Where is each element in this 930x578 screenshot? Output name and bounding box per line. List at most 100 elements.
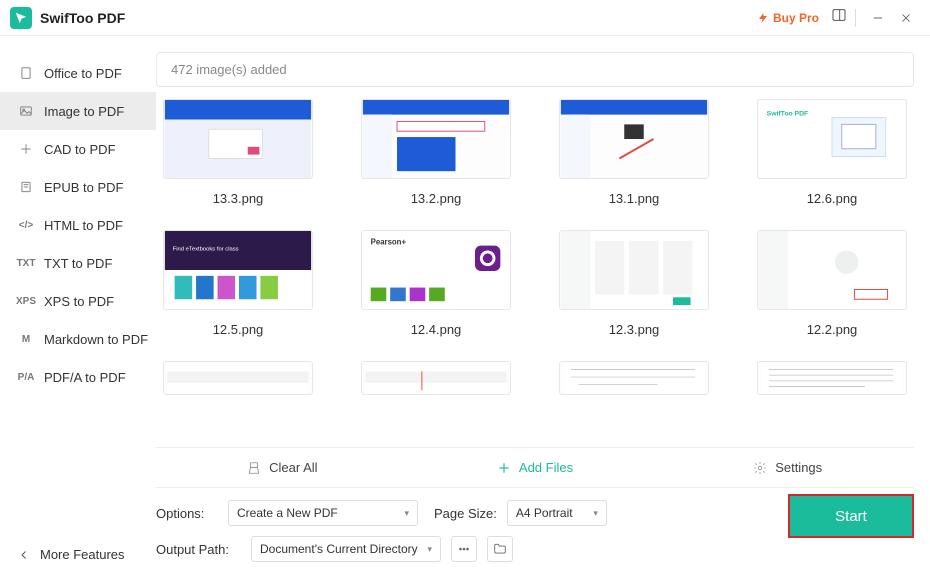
sidebar-item-pdfa-to-pdf[interactable]: P/A PDF/A to PDF [0, 358, 156, 396]
add-files-label: Add Files [519, 460, 573, 475]
sidebar-item-txt-to-pdf[interactable]: TXT TXT to PDF [0, 244, 156, 282]
thumbnail-label: 13.3.png [213, 191, 264, 206]
sidebar-item-office-to-pdf[interactable]: Office to PDF [0, 54, 156, 92]
buy-pro-label: Buy Pro [773, 11, 819, 25]
settings-label: Settings [775, 460, 822, 475]
sidebar-item-markdown-to-pdf[interactable]: M Markdown to PDF [0, 320, 156, 358]
thumbnail-item[interactable]: 13.2.png [354, 99, 518, 206]
sidebar-item-html-to-pdf[interactable]: </> HTML to PDF [0, 206, 156, 244]
sidebar-item-label: PDF/A to PDF [44, 370, 126, 385]
buy-pro-link[interactable]: Buy Pro [757, 11, 819, 25]
chevron-down-icon: ▾ [427, 544, 432, 555]
start-button-label: Start [835, 508, 867, 525]
chevron-down-icon: ▾ [404, 508, 409, 519]
image-icon [18, 104, 34, 118]
sidebar: Office to PDF Image to PDF CAD to PDF EP… [0, 36, 156, 578]
thumbnail-item[interactable]: Find eTextbooks for class 12.5.png [156, 230, 320, 337]
sidebar-item-label: Image to PDF [44, 104, 124, 119]
page-size-label: Page Size: [434, 506, 497, 521]
thumbnail-label: 12.4.png [411, 322, 462, 337]
thumbnail-item[interactable]: 13.3.png [156, 99, 320, 206]
sidebar-item-epub-to-pdf[interactable]: EPUB to PDF [0, 168, 156, 206]
sidebar-item-label: Markdown to PDF [44, 332, 148, 347]
thumbnail-preview [361, 361, 511, 395]
thumbnail-label: 13.2.png [411, 191, 462, 206]
panel-toggle-icon[interactable] [831, 7, 847, 28]
settings-button[interactable]: Settings [661, 448, 914, 487]
thumbnail-item[interactable]: 12.3.png [552, 230, 716, 337]
app-name: SwifToo PDF [40, 10, 125, 26]
epub-icon [18, 180, 34, 194]
image-count-bar: 472 image(s) added [156, 52, 914, 87]
sidebar-item-label: Office to PDF [44, 66, 122, 81]
svg-text:SwifToo PDF: SwifToo PDF [767, 111, 809, 118]
thumbnail-item[interactable] [552, 361, 716, 395]
svg-text:Pearson+: Pearson+ [371, 238, 407, 247]
thumbnail-preview [559, 361, 709, 395]
thumbnail-preview [757, 230, 907, 310]
thumbnail-grid: 13.3.png 13.2.png 13.1.png SwifTo [156, 99, 914, 405]
sidebar-item-label: TXT to PDF [44, 256, 112, 271]
plus-icon [497, 461, 511, 475]
chevron-down-icon: ▾ [593, 508, 598, 519]
folder-icon [493, 542, 507, 556]
thumbnail-preview: Find eTextbooks for class [163, 230, 313, 310]
thumbnail-preview: Pearson+ [361, 230, 511, 310]
more-features-link[interactable]: More Features [0, 531, 156, 578]
thumbnail-item[interactable]: 13.1.png [552, 99, 716, 206]
chevron-left-icon [18, 549, 30, 561]
xps-icon: XPS [18, 296, 34, 307]
output-path-label: Output Path: [156, 542, 241, 557]
txt-icon: TXT [18, 258, 34, 269]
sidebar-item-image-to-pdf[interactable]: Image to PDF [0, 92, 156, 130]
gear-icon [753, 461, 767, 475]
thumbnail-label: 12.6.png [807, 191, 858, 206]
app-logo-icon [10, 7, 32, 29]
minimize-button[interactable] [864, 4, 892, 32]
more-features-label: More Features [40, 547, 125, 562]
thumbnail-preview: SwifToo PDF [757, 99, 907, 179]
close-button[interactable] [892, 4, 920, 32]
sidebar-item-label: HTML to PDF [44, 218, 123, 233]
sidebar-item-label: EPUB to PDF [44, 180, 123, 195]
title-bar: SwifToo PDF Buy Pro [0, 0, 930, 36]
clear-icon [247, 461, 261, 475]
sidebar-item-label: XPS to PDF [44, 294, 114, 309]
options-select-value: Create a New PDF [237, 506, 338, 520]
output-path-select[interactable]: Document's Current Directory ▾ [251, 536, 441, 562]
page-size-select[interactable]: A4 Portrait▾ [507, 500, 607, 526]
thumbnail-item[interactable]: SwifToo PDF 12.6.png [750, 99, 914, 206]
svg-text:Find eTextbooks for class: Find eTextbooks for class [173, 247, 239, 253]
clear-all-label: Clear All [269, 460, 317, 475]
thumbnail-item[interactable]: Pearson+ 12.4.png [354, 230, 518, 337]
thumbnail-preview [757, 361, 907, 395]
options-select[interactable]: Create a New PDF ▾ [228, 500, 418, 526]
browse-folder-button[interactable] [487, 536, 513, 562]
thumbnail-item[interactable] [156, 361, 320, 395]
clear-all-button[interactable]: Clear All [156, 448, 409, 487]
more-path-button[interactable] [451, 536, 477, 562]
thumbnail-preview [163, 99, 313, 179]
options-label: Options: [156, 506, 218, 521]
add-files-button[interactable]: Add Files [409, 448, 662, 487]
sidebar-item-label: CAD to PDF [44, 142, 116, 157]
thumbnail-label: 12.2.png [807, 322, 858, 337]
thumbnail-item[interactable] [750, 361, 914, 395]
thumbnail-grid-wrap: 13.3.png 13.2.png 13.1.png SwifTo [156, 99, 914, 448]
thumbnail-item[interactable]: 12.2.png [750, 230, 914, 337]
separator [855, 9, 856, 27]
thumbnail-label: 12.3.png [609, 322, 660, 337]
thumbnail-item[interactable] [354, 361, 518, 395]
start-button[interactable]: Start [788, 494, 914, 538]
thumbnail-preview [559, 99, 709, 179]
output-path-value: Document's Current Directory [260, 542, 418, 556]
thumbnail-preview [361, 99, 511, 179]
sidebar-item-cad-to-pdf[interactable]: CAD to PDF [0, 130, 156, 168]
bolt-icon [757, 12, 769, 24]
content-panel: 472 image(s) added 13.3.png 13.2.png [156, 36, 930, 578]
sidebar-item-xps-to-pdf[interactable]: XPS XPS to PDF [0, 282, 156, 320]
cad-icon [18, 142, 34, 156]
thumbnail-preview [559, 230, 709, 310]
options-panel: Options: Create a New PDF ▾ Page Size: A4… [156, 488, 914, 578]
thumbnail-label: 13.1.png [609, 191, 660, 206]
